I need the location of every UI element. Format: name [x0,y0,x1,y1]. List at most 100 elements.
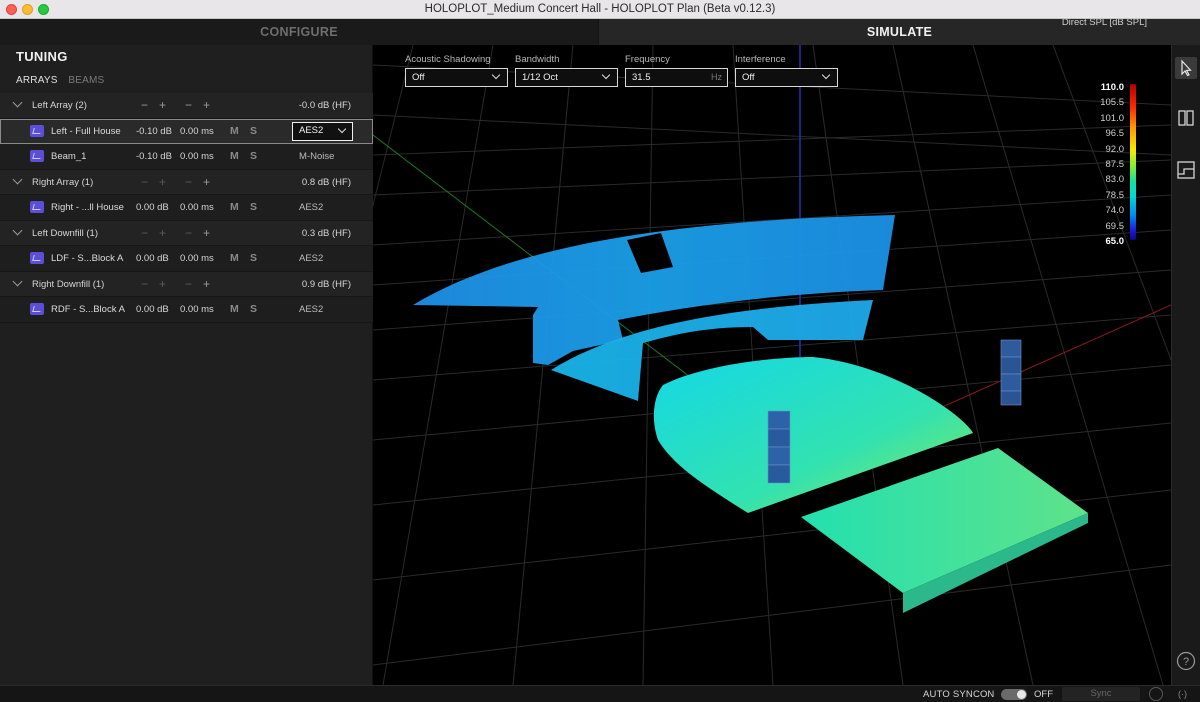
array-group-row[interactable]: Left Array (2) − + − + -0.0 dB (HF) [0,93,373,119]
delay-decrease-button[interactable]: − [185,98,192,112]
mute-button[interactable]: M [230,201,239,213]
gain-increase-button[interactable]: + [159,98,166,112]
group-name: Right Downfill (1) [32,278,105,290]
processing-value[interactable]: AES2 [299,304,323,315]
delay-decrease-button[interactable]: − [185,175,192,189]
beam-delay[interactable]: 0.00 ms [180,253,214,264]
group-name: Left Array (2) [32,100,87,111]
chevron-down-icon [491,70,501,80]
gain-increase-button[interactable]: + [159,226,166,240]
spl-legend-title: Direct SPL [dB SPL] [1061,17,1147,28]
delay-increase-button[interactable]: + [203,175,210,189]
processing-value[interactable]: AES2 [299,253,323,264]
delay-decrease-button[interactable]: − [185,226,192,240]
solo-button[interactable]: S [250,252,257,264]
acoustic-shadowing-dropdown[interactable]: Off [405,68,508,87]
array-group-row[interactable]: Right Array (1) − + − + 0.8 dB (HF) [0,169,373,195]
tab-configure[interactable]: CONFIGURE [0,19,598,45]
bandwidth-dropdown[interactable]: 1/12 Oct [515,68,618,87]
array-group-row[interactable]: Right Downfill (1) − + − + 0.9 dB (HF) [0,271,373,297]
chevron-down-icon [821,70,831,80]
delay-increase-button[interactable]: + [203,98,210,112]
chevron-down-icon[interactable] [12,174,23,184]
mute-button[interactable]: M [230,303,239,315]
beam-gain[interactable]: 0.00 dB [136,253,169,264]
viewport-scene[interactable] [373,45,1171,685]
gain-increase-button[interactable]: + [159,175,166,189]
beam-gain[interactable]: -0.10 dB [136,126,172,137]
mute-button[interactable]: M [230,125,239,137]
solo-button[interactable]: S [250,201,257,213]
chevron-down-icon[interactable] [12,97,23,108]
interference-dropdown[interactable]: Off [735,68,838,87]
processing-select[interactable]: AES2 [292,121,646,146]
beam-row[interactable]: Left - Full House -0.10 dB 0.00 ms M S A… [0,118,646,146]
group-name: Left Downfill (1) [32,227,98,239]
split-view-button[interactable] [1175,107,1197,129]
group-gain: 0.9 dB (HF) [301,278,351,290]
beam-icon [30,303,44,315]
beam-gain[interactable]: -0.10 dB [136,151,172,162]
beam-icon [30,124,44,137]
help-button[interactable]: ? [1175,650,1197,672]
delay-increase-button[interactable]: + [203,226,210,240]
spl-color-scale [1130,84,1136,240]
delay-decrease-button[interactable]: − [185,277,192,291]
beam-name: Right - ...ll House [51,202,124,213]
beam-row[interactable]: RDF - S...Block A 0.00 dB 0.00 ms M S AE… [0,297,373,323]
beam-name: Left - Full House [51,125,121,137]
gain-decrease-button[interactable]: − [141,175,148,189]
beam-gain[interactable]: 0.00 dB [136,304,169,315]
gain-increase-button[interactable]: + [159,277,166,291]
frequency-value: 31.5 [632,72,651,83]
simulation-viewport[interactable]: Acoustic Shadowing Off Bandwidth 1/12 Oc… [373,45,1171,685]
beam-delay[interactable]: 0.00 ms [180,151,214,162]
x-axis-line [912,304,1171,421]
broadcast-icon[interactable]: (·) [1178,689,1187,699]
gain-decrease-button[interactable]: − [141,226,148,240]
beam-row[interactable]: LDF - S...Block A 0.00 dB 0.00 ms M S AE… [0,246,373,272]
bandwidth-value: 1/12 Oct [522,72,558,83]
delay-increase-button[interactable]: + [203,277,210,291]
beam-gain[interactable]: 0.00 dB [136,202,169,213]
beam-delay[interactable]: 0.00 ms [180,126,214,137]
legend-label: 87.5 [1105,158,1125,170]
processing-value[interactable]: M-Noise [299,151,334,162]
select-tool-button[interactable] [1175,57,1197,79]
chevron-down-icon[interactable] [12,276,23,286]
help-icon: ? [1176,651,1196,671]
mute-button[interactable]: M [230,150,239,162]
tab-beams[interactable]: BEAMS [68,75,104,86]
right-array-speakers[interactable] [1000,339,1022,406]
chevron-down-icon[interactable] [12,225,23,235]
autosync-toggle[interactable] [1001,689,1027,700]
autosync-on-label: ON [980,689,995,700]
gain-decrease-button[interactable]: − [141,98,148,112]
legend-label: 65.0 [1105,235,1125,247]
status-bar: AUTO SYNC ON OFF Sync (·) [0,685,1200,702]
sync-button[interactable]: Sync [1062,687,1140,701]
group-gain: 0.8 dB (HF) [301,176,351,188]
processing-value[interactable]: AES2 [299,202,323,213]
upload-icon[interactable] [1149,687,1163,701]
solo-button[interactable]: S [250,125,257,137]
solo-button[interactable]: S [250,303,257,315]
array-group-row[interactable]: Left Downfill (1) − + − + 0.3 dB (HF) [0,220,373,246]
chevron-down-icon [601,70,611,80]
mute-button[interactable]: M [230,252,239,264]
beam-row[interactable]: Right - ...ll House 0.00 dB 0.00 ms M S … [0,195,373,221]
gain-decrease-button[interactable]: − [141,277,148,291]
beam-delay[interactable]: 0.00 ms [180,202,214,213]
beam-row[interactable]: Beam_1 -0.10 dB 0.00 ms M S M-Noise [0,144,373,170]
acoustic-shadowing-control: Acoustic Shadowing Off [405,54,508,87]
layout-button[interactable] [1175,159,1197,181]
left-array-speakers[interactable] [767,410,791,484]
frequency-label: Frequency [625,54,670,65]
frequency-input[interactable]: 31.5 Hz [625,68,728,87]
legend-label: 92.0 [1105,143,1125,155]
tab-arrays[interactable]: ARRAYS [16,75,58,86]
group-gain: 0.3 dB (HF) [301,227,351,239]
legend-label: 96.5 [1105,128,1125,140]
beam-delay[interactable]: 0.00 ms [180,304,214,315]
solo-button[interactable]: S [250,150,257,162]
